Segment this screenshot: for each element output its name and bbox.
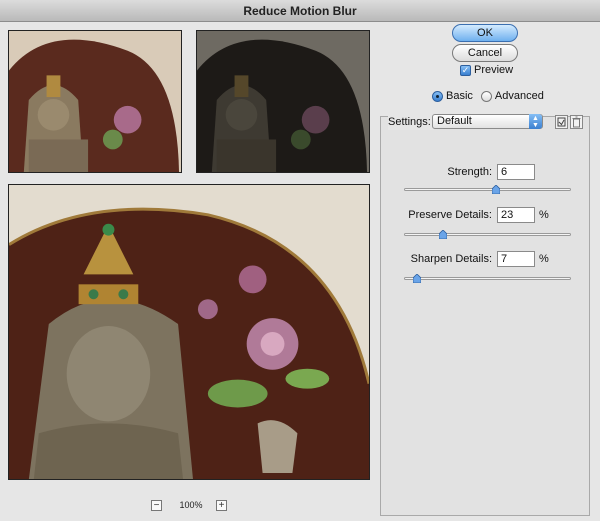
statue-image-preview xyxy=(9,185,369,479)
zoom-control: − 100% + xyxy=(150,500,230,514)
zoom-level: 100% xyxy=(179,500,203,510)
statue-image-before xyxy=(9,31,181,172)
settings-select[interactable]: Default ▲ ▼ xyxy=(432,114,543,129)
basic-radio[interactable] xyxy=(432,90,443,102)
advanced-radio[interactable] xyxy=(480,90,492,102)
preserve-details-unit: % xyxy=(539,209,549,221)
settings-label: Settings: xyxy=(388,114,434,130)
zoom-out-button[interactable]: − xyxy=(151,500,162,511)
sharpen-details-slider[interactable] xyxy=(404,274,571,283)
main-preview[interactable] xyxy=(8,184,370,480)
before-thumbnail[interactable] xyxy=(8,30,182,173)
preserve-details-input[interactable]: 23 xyxy=(497,207,535,223)
preview-toggle: ✓ Preview xyxy=(460,64,513,76)
mode-radio-group: Basic Advanced xyxy=(432,90,552,102)
delete-settings-button[interactable] xyxy=(570,115,583,129)
sharpen-details-slider-thumb[interactable] xyxy=(412,274,421,283)
preserve-details-slider-thumb[interactable] xyxy=(438,230,447,239)
advanced-label: Advanced xyxy=(494,90,544,102)
preview-checkbox[interactable]: ✓ xyxy=(460,64,471,76)
zoom-in-button[interactable]: + xyxy=(216,500,227,511)
basic-label: Basic xyxy=(446,90,473,102)
preview-label: Preview xyxy=(474,64,514,76)
strength-slider[interactable] xyxy=(404,185,571,194)
strength-input[interactable]: 6 xyxy=(497,164,535,180)
save-settings-button[interactable] xyxy=(555,115,568,129)
strength-slider-thumb[interactable] xyxy=(491,185,500,194)
sharpen-details-unit: % xyxy=(539,253,549,265)
strength-label: Strength: xyxy=(447,166,492,178)
after-thumbnail[interactable] xyxy=(196,30,370,173)
settings-value: Default xyxy=(437,115,472,127)
preserve-details-slider[interactable] xyxy=(404,230,571,239)
save-settings-icon xyxy=(557,117,566,127)
chevron-updown-icon: ▲ ▼ xyxy=(529,114,542,129)
preserve-details-label: Preserve Details: xyxy=(408,209,492,221)
sharpen-details-label: Sharpen Details: xyxy=(410,253,492,265)
ok-button[interactable]: OK xyxy=(452,24,518,42)
window-title: Reduce Motion Blur xyxy=(0,0,600,22)
sharpen-details-input[interactable]: 7 xyxy=(497,251,535,267)
dialog: − 100% + OK Cancel ✓ Preview Basic Advan… xyxy=(0,22,600,521)
cancel-button[interactable]: Cancel xyxy=(452,44,518,62)
statue-image-after xyxy=(197,31,369,172)
trash-icon xyxy=(572,116,581,128)
